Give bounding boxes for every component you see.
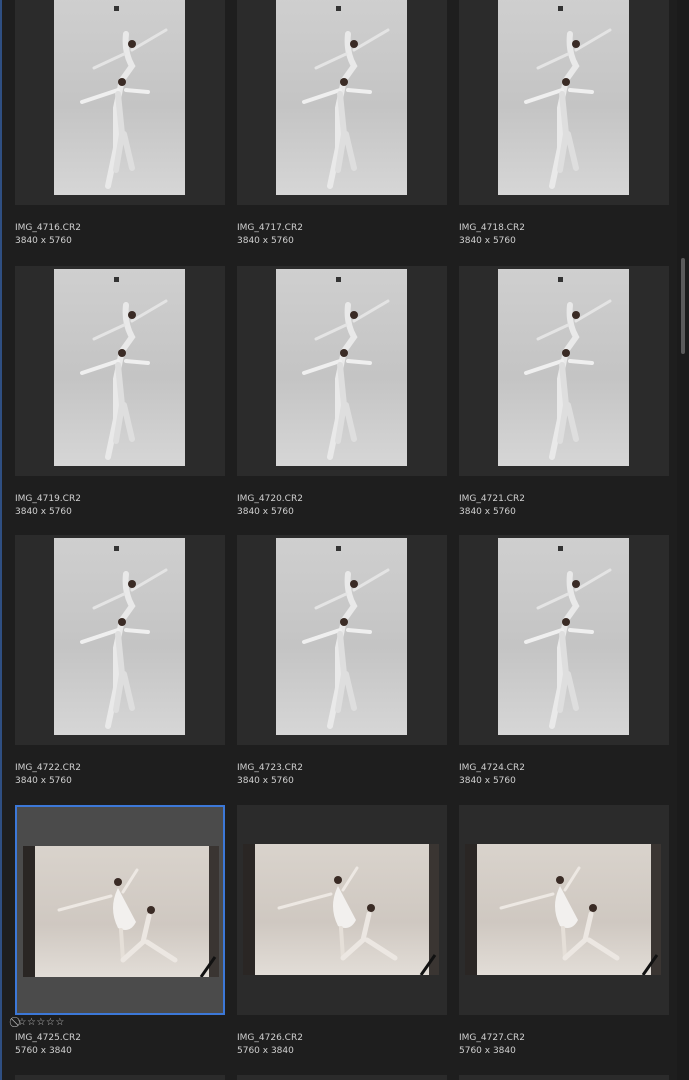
- dancer-photo: [80, 546, 168, 729]
- thumbnail-grid[interactable]: IMG_4716.CR2 3840 x 5760 IMG_4717.CR2 3840 …: [0, 0, 677, 1080]
- thumbnail-tile[interactable]: [459, 266, 669, 476]
- file-name: IMG_4724.CR2: [459, 763, 525, 773]
- image-dimensions: 5760 x 3840: [237, 1046, 294, 1056]
- thumbnail-caption: IMG_4726.CR2 5760 x 3840: [237, 1032, 447, 1058]
- dancer-photo: [243, 844, 439, 975]
- thumbnail-tile[interactable]: [15, 0, 225, 205]
- image-dimensions: 3840 x 5760: [237, 236, 294, 246]
- thumbnail-caption: IMG_4719.CR2 3840 x 5760: [15, 493, 225, 519]
- dancer-photo: [80, 277, 168, 460]
- file-name: IMG_4723.CR2: [237, 763, 303, 773]
- thumbnail-image[interactable]: [276, 269, 407, 466]
- thumbnail-caption: IMG_4725.CR2 5760 x 3840: [15, 1032, 225, 1058]
- thumbnail-image[interactable]: [243, 844, 439, 975]
- thumbnail-tile[interactable]: [459, 535, 669, 745]
- thumbnail-image[interactable]: [54, 0, 185, 195]
- file-name: IMG_4721.CR2: [459, 494, 525, 504]
- thumbnail-caption: IMG_4722.CR2 3840 x 5760: [15, 762, 225, 788]
- thumbnail-tile[interactable]: [15, 805, 225, 1015]
- file-name: IMG_4720.CR2: [237, 494, 303, 504]
- thumbnail-tile[interactable]: [15, 266, 225, 476]
- thumbnail-tile[interactable]: [237, 1075, 447, 1080]
- thumbnail-tile[interactable]: [237, 266, 447, 476]
- thumbnail-tile[interactable]: [15, 1075, 225, 1080]
- dancer-photo: [80, 6, 168, 189]
- scrollbar[interactable]: [677, 0, 689, 1080]
- image-dimensions: 3840 x 5760: [459, 776, 516, 786]
- thumbnail-tile[interactable]: [237, 0, 447, 205]
- image-dimensions: 3840 x 5760: [237, 776, 294, 786]
- dancer-photo: [23, 846, 219, 977]
- thumbnail-tile[interactable]: [15, 535, 225, 745]
- file-name: IMG_4717.CR2: [237, 223, 303, 233]
- thumbnail-tile[interactable]: [237, 805, 447, 1015]
- thumbnail-image[interactable]: [498, 0, 629, 195]
- image-dimensions: 3840 x 5760: [15, 507, 72, 517]
- file-name: IMG_4727.CR2: [459, 1033, 525, 1043]
- thumbnail-image[interactable]: [276, 0, 407, 195]
- thumbnail-image[interactable]: [54, 269, 185, 466]
- thumbnail-caption: IMG_4718.CR2 3840 x 5760: [459, 222, 669, 248]
- thumbnail-image[interactable]: [498, 538, 629, 735]
- thumbnail-image[interactable]: [276, 538, 407, 735]
- thumbnail-caption: IMG_4716.CR2 3840 x 5760: [15, 222, 225, 248]
- file-name: IMG_4725.CR2: [15, 1033, 81, 1043]
- thumbnail-tile[interactable]: [459, 805, 669, 1015]
- rating-stars[interactable]: ⃠☆☆☆☆☆: [17, 1017, 65, 1029]
- image-dimensions: 3840 x 5760: [15, 236, 72, 246]
- file-name: IMG_4722.CR2: [15, 763, 81, 773]
- thumbnail-caption: IMG_4723.CR2 3840 x 5760: [237, 762, 447, 788]
- thumbnail-caption: IMG_4727.CR2 5760 x 3840: [459, 1032, 669, 1058]
- thumbnail-caption: IMG_4717.CR2 3840 x 5760: [237, 222, 447, 248]
- thumbnail-image[interactable]: [54, 538, 185, 735]
- thumbnail-image[interactable]: [465, 844, 661, 975]
- thumbnail-caption: IMG_4720.CR2 3840 x 5760: [237, 493, 447, 519]
- file-name: IMG_4718.CR2: [459, 223, 525, 233]
- image-dimensions: 3840 x 5760: [459, 236, 516, 246]
- image-dimensions: 5760 x 3840: [15, 1046, 72, 1056]
- dancer-photo: [302, 546, 390, 729]
- dancer-photo: [302, 6, 390, 189]
- thumbnail-caption: IMG_4724.CR2 3840 x 5760: [459, 762, 669, 788]
- image-dimensions: 5760 x 3840: [459, 1046, 516, 1056]
- dancer-photo: [524, 6, 612, 189]
- dancer-photo: [465, 844, 661, 975]
- file-name: IMG_4726.CR2: [237, 1033, 303, 1043]
- dancer-photo: [524, 277, 612, 460]
- thumbnail-image[interactable]: [498, 269, 629, 466]
- image-dimensions: 3840 x 5760: [459, 507, 516, 517]
- file-name: IMG_4719.CR2: [15, 494, 81, 504]
- image-dimensions: 3840 x 5760: [237, 507, 294, 517]
- file-name: IMG_4716.CR2: [15, 223, 81, 233]
- thumbnail-image[interactable]: [23, 846, 219, 977]
- dancer-photo: [302, 277, 390, 460]
- image-dimensions: 3840 x 5760: [15, 776, 72, 786]
- dancer-photo: [524, 546, 612, 729]
- thumbnail-tile[interactable]: [459, 1075, 669, 1080]
- scrollbar-thumb[interactable]: [681, 258, 685, 354]
- thumbnail-tile[interactable]: [237, 535, 447, 745]
- thumbnail-caption: IMG_4721.CR2 3840 x 5760: [459, 493, 669, 519]
- thumbnail-tile[interactable]: [459, 0, 669, 205]
